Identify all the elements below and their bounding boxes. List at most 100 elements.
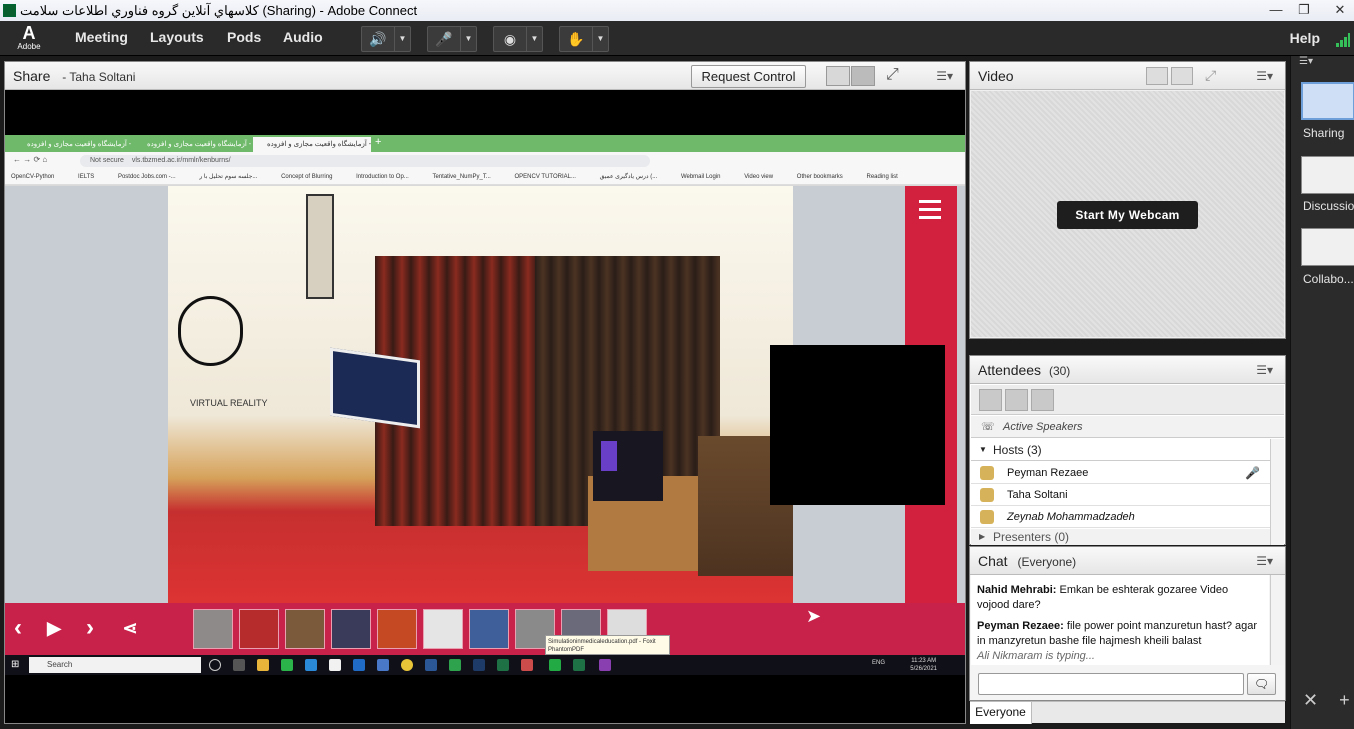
- send-message-button[interactable]: 🗨: [1247, 673, 1276, 695]
- file-explorer-icon: [257, 659, 269, 671]
- fullscreen-icon[interactable]: ⤢: [886, 66, 899, 84]
- list-view-icon[interactable]: [979, 389, 1002, 411]
- minimize-button[interactable]: —: [1262, 0, 1290, 21]
- computer-case: [593, 431, 663, 501]
- presenters-group[interactable]: ▶ Presenters (0): [971, 529, 1270, 545]
- hosts-group[interactable]: ▼ Hosts (3): [971, 439, 1271, 461]
- whatsapp-icon: [281, 659, 293, 671]
- attendees-scrollbar[interactable]: [1270, 439, 1284, 545]
- chevron-down-icon[interactable]: ▼: [460, 27, 476, 51]
- pod-menu-icon[interactable]: ☰▾: [1256, 554, 1273, 568]
- chat-scrollbar[interactable]: [1270, 575, 1284, 665]
- hosts-label: Hosts (3): [993, 443, 1042, 457]
- maximize-button[interactable]: ❐: [1290, 0, 1318, 21]
- excel-icon: [573, 659, 585, 671]
- app-icon: [449, 659, 461, 671]
- add-layout-icon[interactable]: +: [1339, 690, 1350, 710]
- menu-meeting[interactable]: Meeting: [75, 29, 128, 45]
- webcam-icon: ◉: [503, 31, 517, 47]
- chat-tabs: Everyone: [970, 701, 1285, 724]
- url-text: vls.tbzmed.ac.ir/mmlr/kenburns/: [131, 157, 231, 164]
- thumbnail: [377, 609, 417, 649]
- windows-taskbar: ⊞ Search ENG 11:23 AM 5/26/2021: [5, 655, 965, 675]
- menu-audio[interactable]: Audio: [283, 29, 323, 45]
- layout-thumb-sharing[interactable]: [1301, 82, 1354, 120]
- share-presenter: - Taha Soltani: [62, 70, 136, 84]
- tab-everyone[interactable]: Everyone: [970, 702, 1032, 724]
- webcam-button[interactable]: ◉ ▼: [493, 26, 543, 52]
- app-icon: [377, 659, 389, 671]
- vr-headset-wall-art: [178, 296, 243, 366]
- layout-label[interactable]: Sharing: [1303, 126, 1344, 140]
- photoshop-icon: [473, 659, 485, 671]
- bookmark: Webmail Login: [680, 174, 721, 180]
- speaker-button[interactable]: 🔊 ▼: [361, 26, 411, 52]
- status-view-icon[interactable]: [1031, 389, 1054, 411]
- attendee-row[interactable]: Peyman Rezaee 🎤: [971, 462, 1270, 484]
- rail-menu-icon[interactable]: ☰▾: [1299, 56, 1313, 67]
- taskbar-search: Search: [29, 657, 201, 673]
- menu-pods[interactable]: Pods: [227, 29, 261, 45]
- mail-icon: [353, 659, 365, 671]
- microphone-button[interactable]: 🎤 ▼: [427, 26, 477, 52]
- close-button[interactable]: ✕: [1326, 0, 1354, 21]
- layout-thumb-collaboration[interactable]: [1301, 228, 1354, 266]
- active-speaker-icon: ☏: [981, 421, 995, 433]
- chevron-down-icon[interactable]: ▼: [394, 27, 410, 51]
- pod-menu-icon[interactable]: ☰▾: [1256, 69, 1273, 83]
- task-view-icon: [233, 659, 245, 671]
- attendees-toolbar: [971, 385, 1284, 415]
- chevron-down-icon: ▼: [979, 445, 987, 454]
- edge-icon: [305, 659, 317, 671]
- adobe-connect-app-icon: [3, 4, 16, 17]
- attendee-row[interactable]: Zeynab Mohammadzadeh: [971, 506, 1270, 528]
- vr-wall-label: VIRTUAL REALITY: [190, 398, 268, 408]
- raise-hand-button[interactable]: ✋ ▼: [559, 26, 609, 52]
- tooltip-line: Simulationinmedicaleducation.pdf - Foxit: [548, 639, 656, 645]
- word-icon: [425, 659, 437, 671]
- fullscreen-icon[interactable]: ⤢: [1205, 67, 1216, 84]
- attendee-row[interactable]: Taha Soltani: [971, 484, 1270, 506]
- hamburger-menu-icon: [919, 200, 941, 224]
- chat-message: Peyman Rezaee: file power point manzuret…: [977, 619, 1263, 649]
- thumbnail: [193, 609, 233, 649]
- adobe-logo-icon: A: [22, 23, 36, 43]
- single-view-icon[interactable]: [1171, 67, 1193, 85]
- share-icon: ⋖: [122, 618, 138, 638]
- menu-help[interactable]: Help: [1290, 30, 1320, 46]
- wall-portrait: [306, 194, 334, 299]
- chevron-right-icon: ›: [86, 614, 94, 641]
- attendee-name: Taha Soltani: [1007, 489, 1068, 501]
- grid-view-icon[interactable]: [1146, 67, 1168, 85]
- view-fit-icon[interactable]: [851, 66, 875, 86]
- layout-label[interactable]: Collabo...: [1303, 272, 1354, 286]
- view-mode-icon[interactable]: [826, 66, 850, 86]
- bookmark: درس یادگیری عمیق (...: [599, 174, 658, 180]
- chat-title: Chat: [978, 553, 1008, 569]
- video-pod-title: Video: [978, 68, 1014, 84]
- layout-label[interactable]: Discussion: [1303, 199, 1354, 213]
- breakout-icon[interactable]: [1005, 389, 1028, 411]
- layout-tools: ✕ +: [1303, 690, 1350, 711]
- bookmark: جلسه سوم تحلیل با ر...: [199, 174, 258, 180]
- wrench-icon[interactable]: ✕: [1303, 690, 1318, 710]
- pod-menu-icon[interactable]: ☰▾: [1256, 363, 1273, 377]
- menu-layouts[interactable]: Layouts: [150, 29, 204, 45]
- adobe-logo: A Adobe: [14, 24, 44, 54]
- pod-menu-icon[interactable]: ☰▾: [936, 69, 953, 83]
- camtasia-icon: [549, 659, 561, 671]
- play-icon: ▶: [47, 618, 61, 638]
- chat-input[interactable]: [978, 673, 1244, 695]
- start-webcam-button[interactable]: Start My Webcam: [1057, 201, 1198, 229]
- thumbnail: [331, 609, 371, 649]
- attendee-name: Zeynab Mohammadzadeh: [1007, 511, 1135, 523]
- chevron-down-icon[interactable]: ▼: [592, 27, 608, 51]
- request-control-button[interactable]: Request Control: [691, 65, 806, 88]
- layout-thumb-discussion[interactable]: [1301, 156, 1354, 194]
- bookmarks-bar: OpenCV-Python IELTS Postdoc Jobs.com -..…: [5, 170, 965, 185]
- video-pod: Video ⤢ ☰▾: [969, 61, 1286, 339]
- chat-pod-title: Chat (Everyone): [978, 553, 1076, 569]
- new-tab-icon: +: [375, 136, 382, 148]
- chevron-down-icon[interactable]: ▼: [526, 27, 542, 51]
- presenters-label: Presenters (0): [993, 530, 1070, 544]
